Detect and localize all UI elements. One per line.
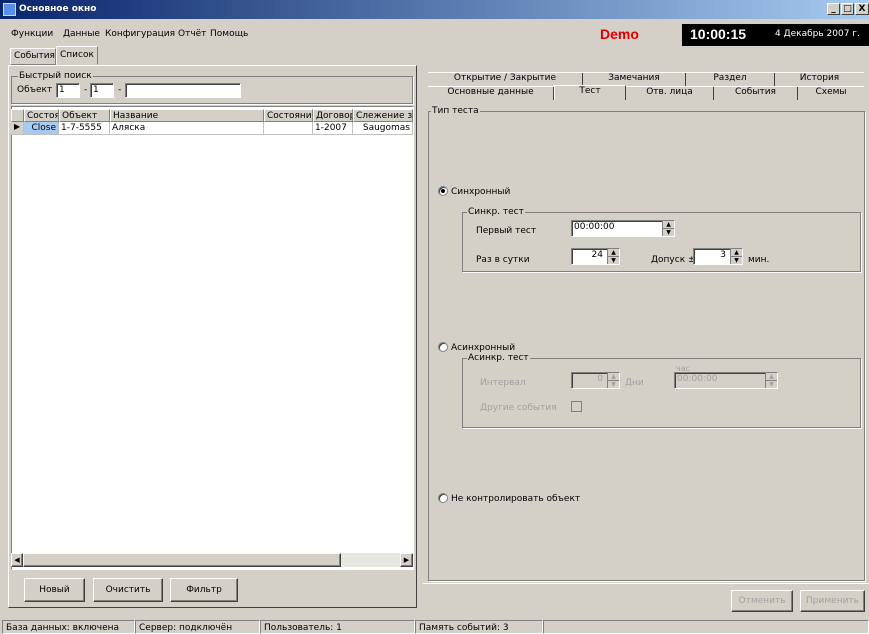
sync-test-legend: Синкр. тест — [467, 207, 525, 217]
grid-corner — [11, 109, 24, 122]
tab-section[interactable]: Раздел — [686, 73, 775, 86]
menu-report[interactable]: Отчёт — [178, 29, 206, 39]
sync-radio[interactable] — [438, 186, 448, 196]
hour-value: 00:00:00 — [677, 374, 718, 384]
object-separator-2: - — [118, 85, 122, 95]
per-day-field[interactable]: 24 ▲ ▼ — [571, 248, 620, 265]
status-server: Сервер: подключён — [135, 620, 260, 634]
object-field-3[interactable] — [125, 83, 241, 98]
grid-header-object[interactable]: Объект — [59, 109, 110, 122]
sync-label[interactable]: Синхронный — [451, 187, 510, 197]
grid-header-state[interactable]: Состояние — [264, 109, 313, 122]
async-test-group: Асинкр. тест — [462, 353, 861, 428]
status-empty — [543, 620, 869, 634]
tab-basic-data[interactable]: Основные данные — [428, 87, 554, 100]
close-button[interactable]: X — [855, 3, 869, 15]
bottom-divider — [423, 583, 869, 584]
tolerance-label: Допуск ± — [651, 255, 696, 265]
object-grid — [11, 106, 414, 570]
first-test-field[interactable]: 00:00:00 ▲ ▼ — [571, 220, 675, 237]
tolerance-spinner[interactable]: ▲ ▼ — [730, 249, 742, 264]
left-panel: Быстрый поиск Объект 1 - 1 - — [8, 65, 417, 608]
interval-label: Интервал — [480, 378, 526, 388]
first-test-label: Первый тест — [476, 226, 537, 236]
demo-label: Demo — [600, 26, 639, 42]
async-test-legend: Асинкр. тест — [467, 353, 530, 363]
clear-button[interactable]: Очистить — [93, 578, 163, 602]
per-day-value: 24 — [591, 250, 603, 260]
first-test-spinner[interactable]: ▲ ▼ — [662, 221, 674, 236]
menu-data[interactable]: Данные — [63, 29, 100, 39]
days-label: Дни — [625, 378, 644, 388]
object-field-2[interactable]: 1 — [90, 83, 114, 98]
minimize-button[interactable]: _ — [827, 3, 840, 15]
table-cell-status[interactable]: Close — [24, 122, 59, 135]
interval-spinner[interactable]: ▲ ▼ — [607, 373, 619, 388]
status-event-memory: Память событий: 3 — [415, 620, 543, 634]
minutes-label: мин. — [748, 255, 770, 265]
scroll-thumb[interactable] — [23, 553, 341, 567]
new-button[interactable]: Новый — [24, 578, 85, 602]
object-label: Объект — [17, 85, 53, 95]
table-cell-tracking[interactable]: Saugomas — [353, 122, 413, 135]
window-title: Основное окно — [19, 4, 97, 14]
tab-events[interactable]: События — [10, 48, 56, 65]
maximize-button[interactable]: □ — [841, 3, 854, 15]
status-user: Пользователь: 1 — [260, 620, 415, 634]
table-cell-state[interactable] — [264, 122, 313, 135]
test-type-legend: Тип теста — [431, 106, 480, 116]
object-field-1[interactable]: 1 — [56, 83, 80, 98]
row-selector-icon[interactable]: ▶ — [11, 122, 24, 135]
object-separator-1: - — [84, 85, 88, 95]
clock-time: 10:00:15 — [690, 26, 747, 42]
interval-value: 0 — [597, 374, 603, 384]
hour-field[interactable]: 00:00:00 ▲ ▼ — [674, 372, 778, 389]
quick-search-legend: Быстрый поиск — [18, 71, 93, 81]
other-events-checkbox[interactable] — [571, 401, 582, 412]
grid-header-name[interactable]: Название — [110, 109, 264, 122]
hour-spinner[interactable]: ▲ ▼ — [765, 373, 777, 388]
table-cell-object[interactable]: 1-7-5555 — [59, 122, 110, 135]
grid-header-status[interactable]: Состоя — [24, 109, 59, 122]
table-cell-contract[interactable]: 1-2007 — [313, 122, 353, 135]
async-radio[interactable] — [438, 342, 448, 352]
table-cell-name[interactable]: Аляска — [110, 122, 264, 135]
scroll-left-icon[interactable]: ◀ — [11, 553, 23, 567]
cancel-button[interactable]: Отменить — [731, 590, 793, 612]
tab-row-1: Открытие / Закрытие Замечания Раздел Ист… — [428, 72, 864, 86]
tolerance-field[interactable]: 3 ▲ ▼ — [693, 248, 743, 265]
tolerance-value: 3 — [720, 250, 726, 260]
first-test-value: 00:00:00 — [574, 222, 615, 232]
interval-field[interactable]: 0 ▲ ▼ — [571, 372, 620, 389]
status-database: База данных: включена — [2, 620, 135, 634]
menu-help[interactable]: Помощь — [210, 29, 248, 39]
per-day-label: Раз в сутки — [476, 255, 530, 265]
apply-button[interactable]: Применить — [800, 590, 865, 612]
grid-header-tracking[interactable]: Слежение з — [353, 109, 413, 122]
no-control-label[interactable]: Не контролировать объект — [451, 494, 580, 504]
tab-list[interactable]: Список — [56, 46, 98, 65]
menu-functions[interactable]: Функции — [11, 29, 53, 39]
clock-date: 4 Декабрь 2007 г. — [775, 29, 860, 39]
per-day-spinner[interactable]: ▲ ▼ — [607, 249, 619, 264]
quick-search-group: Быстрый поиск Объект 1 - 1 - — [11, 71, 413, 104]
no-control-radio[interactable] — [438, 493, 448, 503]
tab-row-2: Основные данные Тест Отв. лица События С… — [428, 85, 864, 100]
grid-header-contract[interactable]: Договор — [313, 109, 353, 122]
scroll-right-icon[interactable]: ▶ — [400, 553, 413, 567]
clock-panel: 10:00:15 4 Декабрь 2007 г. — [682, 24, 869, 46]
async-label[interactable]: Асинхронный — [451, 343, 515, 353]
other-events-label: Другие события — [480, 403, 557, 413]
menu-configuration[interactable]: Конфигурация — [105, 29, 175, 39]
filter-button[interactable]: Фильтр — [170, 578, 238, 602]
horizontal-scrollbar[interactable]: ◀ ▶ — [11, 553, 413, 567]
tab-responsible[interactable]: Отв. лица — [626, 87, 714, 100]
title-bar: Основное окно _ □ X — [0, 0, 869, 19]
app-icon — [3, 3, 16, 16]
tab-history[interactable]: История — [775, 73, 864, 86]
tab-schemes[interactable]: Схемы — [798, 87, 864, 100]
tab-events-right[interactable]: События — [714, 87, 798, 100]
tab-test[interactable]: Тест — [554, 85, 626, 100]
